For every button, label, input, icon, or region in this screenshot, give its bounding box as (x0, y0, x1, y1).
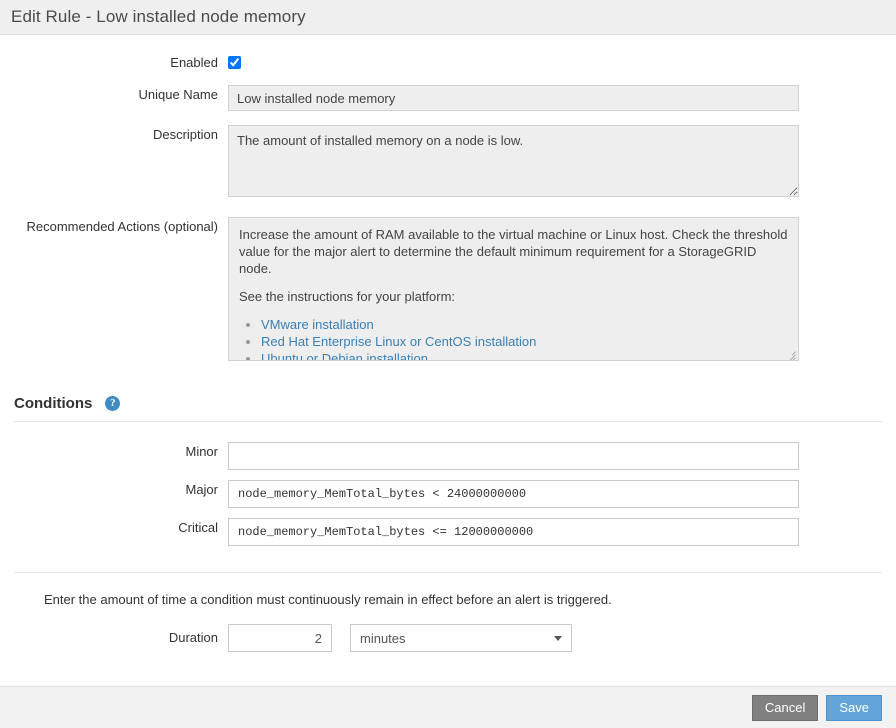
save-button[interactable]: Save (826, 695, 882, 721)
row-description: Description (0, 125, 896, 200)
enabled-checkbox[interactable] (228, 56, 241, 69)
recommended-actions-control: Increase the amount of RAM available to … (228, 217, 896, 361)
row-condition-critical: Critical (0, 518, 896, 546)
condition-major-input[interactable] (228, 480, 799, 508)
duration-note: Enter the amount of time a condition mus… (0, 592, 896, 607)
rule-form: Enabled Unique Name Description Recommen… (0, 35, 896, 361)
enabled-label: Enabled (0, 53, 228, 73)
chevron-down-icon (554, 636, 562, 641)
description-control (228, 125, 896, 200)
condition-critical-label: Critical (0, 518, 228, 538)
row-condition-major: Major (0, 480, 896, 508)
condition-minor-control (228, 442, 896, 470)
description-textarea[interactable] (228, 125, 799, 197)
row-recommended-actions: Recommended Actions (optional) Increase … (0, 217, 896, 361)
row-unique-name: Unique Name (0, 85, 896, 111)
condition-minor-input[interactable] (228, 442, 799, 470)
conditions-section-header: Conditions ? (0, 395, 896, 412)
unique-name-input[interactable] (228, 85, 799, 111)
recommended-actions-paragraph-1: Increase the amount of RAM available to … (239, 226, 788, 277)
duration-unit-value: minutes (360, 631, 406, 646)
list-item: VMware installation (261, 316, 788, 333)
recommended-actions-paragraph-2: See the instructions for your platform: (239, 288, 788, 305)
condition-minor-label: Minor (0, 442, 228, 462)
condition-major-control (228, 480, 896, 508)
unique-name-label: Unique Name (0, 85, 228, 105)
condition-major-label: Major (0, 480, 228, 500)
enabled-control (228, 53, 896, 69)
description-label: Description (0, 125, 228, 145)
duration-unit-select[interactable]: minutes (350, 624, 572, 652)
recommended-actions-label: Recommended Actions (optional) (0, 217, 228, 237)
conditions-body: Minor Major Critical (0, 422, 896, 546)
link-ubuntu-debian-installation[interactable]: Ubuntu or Debian installation (261, 351, 428, 361)
condition-critical-input[interactable] (228, 518, 799, 546)
link-vmware-installation[interactable]: VMware installation (261, 317, 374, 332)
dialog-footer: Cancel Save (0, 686, 896, 728)
duration-divider (14, 572, 882, 573)
list-item: Red Hat Enterprise Linux or CentOS insta… (261, 333, 788, 350)
cancel-button[interactable]: Cancel (752, 695, 818, 721)
conditions-title: Conditions (14, 395, 92, 412)
recommended-actions-link-list: VMware installation Red Hat Enterprise L… (239, 316, 788, 361)
duration-value-input[interactable] (228, 624, 332, 652)
row-enabled: Enabled (0, 53, 896, 73)
row-condition-minor: Minor (0, 442, 896, 470)
list-item: Ubuntu or Debian installation (261, 350, 788, 361)
condition-critical-control (228, 518, 896, 546)
page-title: Edit Rule - Low installed node memory (11, 7, 306, 27)
unique-name-control (228, 85, 896, 111)
link-rhel-centos-installation[interactable]: Red Hat Enterprise Linux or CentOS insta… (261, 334, 536, 349)
dialog-header: Edit Rule - Low installed node memory (0, 0, 896, 35)
duration-control: minutes (228, 624, 896, 652)
duration-label: Duration (0, 628, 228, 648)
recommended-actions-box[interactable]: Increase the amount of RAM available to … (228, 217, 799, 361)
row-duration: Duration minutes (0, 624, 896, 652)
help-icon[interactable]: ? (105, 396, 120, 411)
